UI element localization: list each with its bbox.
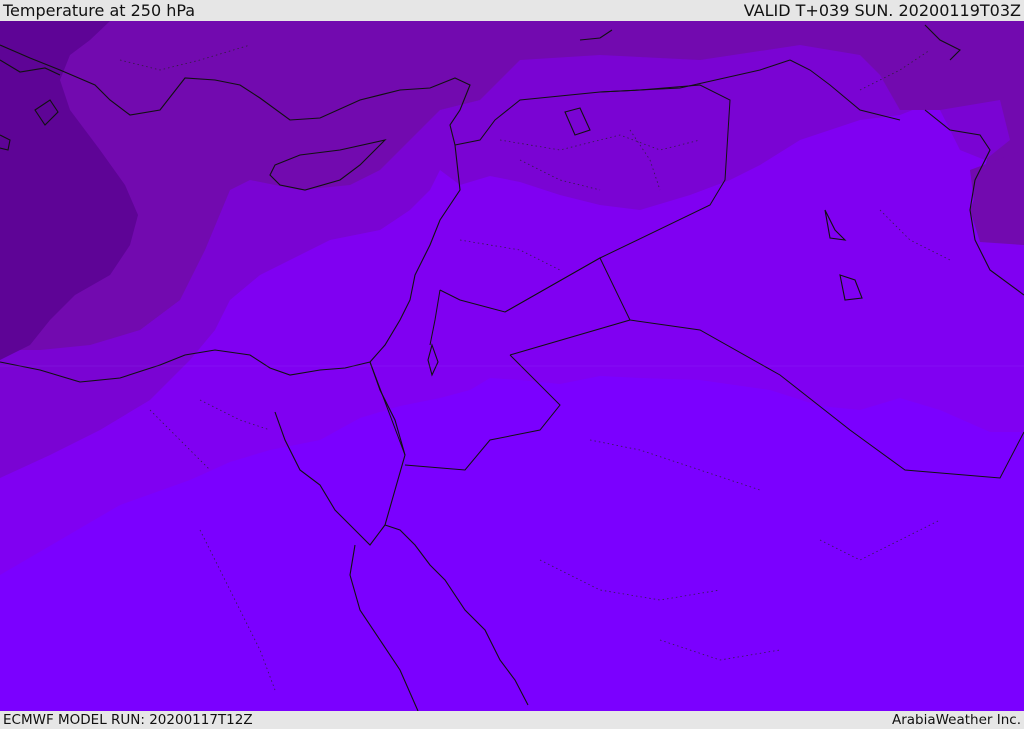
credit: ArabiaWeather Inc. xyxy=(891,712,1021,728)
model-run: ECMWF MODEL RUN: 20200117T12Z xyxy=(3,712,253,728)
map-title: Temperature at 250 hPa xyxy=(3,1,196,20)
header-bar: Temperature at 250 hPa VALID T+039 SUN. … xyxy=(0,0,1024,21)
footer-bar: ECMWF MODEL RUN: 20200117T12Z ArabiaWeat… xyxy=(0,711,1024,729)
temperature-map xyxy=(0,21,1024,711)
valid-time: VALID T+039 SUN. 20200119T03Z xyxy=(743,1,1021,20)
